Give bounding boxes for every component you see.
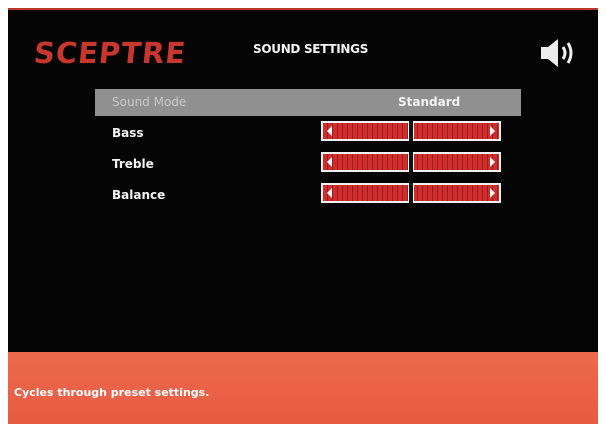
menu-row-sound-mode[interactable]: Sound Mode Standard	[95, 89, 521, 116]
sound-mode-value: Standard	[398, 95, 461, 109]
balance-left-arrow-icon[interactable]	[327, 188, 332, 198]
menu-row-bass[interactable]: Bass	[95, 120, 521, 147]
help-text: Cycles through preset settings.	[14, 386, 210, 399]
bass-left-arrow-icon[interactable]	[327, 126, 332, 136]
balance-slider[interactable]	[321, 183, 501, 203]
sceptre-logo: SCEPTRE	[32, 36, 188, 70]
balance-slider-knob[interactable]	[408, 183, 414, 203]
speaker-volume-icon	[541, 39, 573, 67]
treble-left-arrow-icon[interactable]	[327, 157, 332, 167]
balance-label: Balance	[112, 188, 166, 202]
help-bar: Cycles through preset settings.	[8, 352, 598, 424]
treble-slider[interactable]	[321, 152, 501, 172]
menu-row-treble[interactable]: Treble	[95, 151, 521, 178]
sound-mode-label: Sound Mode	[112, 95, 187, 109]
treble-slider-knob[interactable]	[408, 152, 414, 172]
menu-row-balance[interactable]: Balance	[95, 182, 521, 209]
bass-slider[interactable]	[321, 121, 501, 141]
bass-label: Bass	[112, 126, 144, 140]
treble-label: Treble	[112, 157, 154, 171]
tv-screen: SCEPTRE SOUND SETTINGS Sound Mode Standa…	[8, 8, 598, 424]
bass-right-arrow-icon[interactable]	[490, 126, 495, 136]
bass-slider-knob[interactable]	[408, 121, 414, 141]
balance-right-arrow-icon[interactable]	[490, 188, 495, 198]
treble-right-arrow-icon[interactable]	[490, 157, 495, 167]
page-title: SOUND SETTINGS	[253, 42, 369, 56]
